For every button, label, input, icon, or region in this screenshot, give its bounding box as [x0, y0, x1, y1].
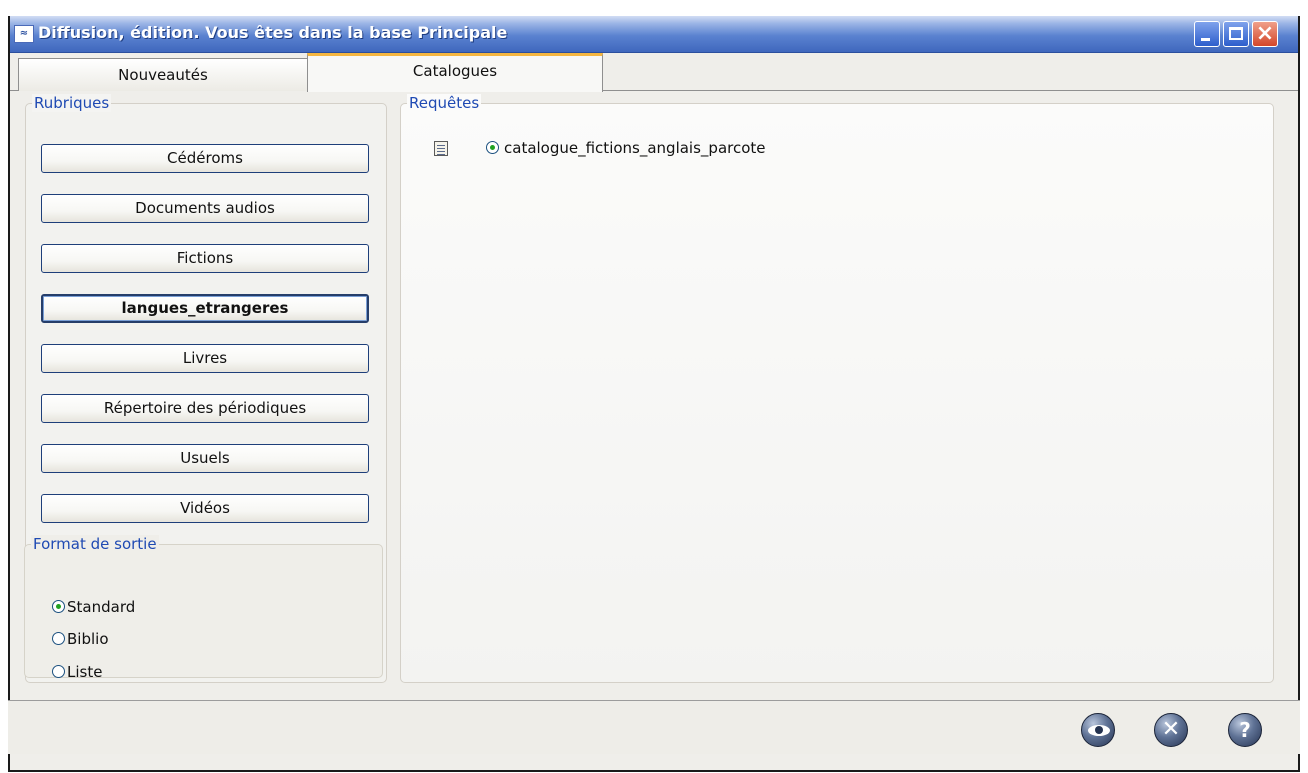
- rubrique-button-fictions[interactable]: Fictions: [41, 244, 369, 273]
- title-bar[interactable]: ≈ Diffusion, édition. Vous êtes dans la …: [10, 16, 1298, 53]
- rubrique-button-repertoire-periodiques[interactable]: Répertoire des périodiques: [41, 394, 369, 423]
- radio-biblio[interactable]: [52, 632, 65, 645]
- close-icon: ×: [1255, 21, 1275, 46]
- help-button[interactable]: ?: [1228, 713, 1262, 747]
- format-label-standard: Standard: [67, 597, 136, 616]
- requete-label: catalogue_fictions_anglais_parcote: [504, 139, 766, 157]
- cancel-button[interactable]: ✕: [1154, 713, 1188, 747]
- eye-icon: [1088, 725, 1110, 736]
- format-label-liste: Liste: [67, 662, 103, 681]
- rubrique-button-cederoms[interactable]: Cédéroms: [41, 144, 369, 173]
- radio-liste[interactable]: [52, 665, 65, 678]
- window-title: Diffusion, édition. Vous êtes dans la ba…: [38, 23, 508, 42]
- format-option-standard[interactable]: Standard: [52, 597, 135, 616]
- rubrique-button-videos[interactable]: Vidéos: [41, 494, 369, 523]
- format-label-biblio: Biblio: [67, 629, 109, 648]
- requetes-group: Requêtes: [400, 94, 1274, 683]
- tab-catalogues[interactable]: Catalogues: [307, 53, 603, 92]
- rubrique-button-usuels[interactable]: Usuels: [41, 444, 369, 473]
- format-legend: Format de sortie: [31, 535, 159, 553]
- close-button[interactable]: ×: [1252, 21, 1278, 47]
- minimize-icon: [1201, 38, 1210, 41]
- document-icon: [434, 141, 448, 156]
- requetes-legend: Requêtes: [407, 94, 482, 112]
- preview-button[interactable]: [1081, 713, 1115, 747]
- format-option-liste[interactable]: Liste: [52, 662, 102, 681]
- rubrique-button-documents-audios[interactable]: Documents audios: [41, 194, 369, 223]
- maximize-icon: [1229, 27, 1243, 40]
- requete-radio[interactable]: [486, 141, 499, 154]
- radio-standard[interactable]: [52, 600, 65, 613]
- rubrique-button-langues-etrangeres[interactable]: langues_etrangeres: [41, 294, 369, 323]
- app-icon[interactable]: ≈: [14, 25, 34, 43]
- tab-nouveautes[interactable]: Nouveautés: [18, 58, 308, 91]
- status-bar: ✕ ?: [8, 700, 1300, 754]
- help-icon: ?: [1239, 718, 1251, 742]
- format-option-biblio[interactable]: Biblio: [52, 629, 109, 648]
- tab-strip: Nouveautés Catalogues: [10, 53, 1298, 92]
- minimize-button[interactable]: [1194, 21, 1220, 47]
- close-circle-icon: ✕: [1161, 717, 1181, 742]
- maximize-button[interactable]: [1223, 21, 1249, 47]
- rubriques-legend: Rubriques: [32, 94, 112, 112]
- rubrique-button-livres[interactable]: Livres: [41, 344, 369, 373]
